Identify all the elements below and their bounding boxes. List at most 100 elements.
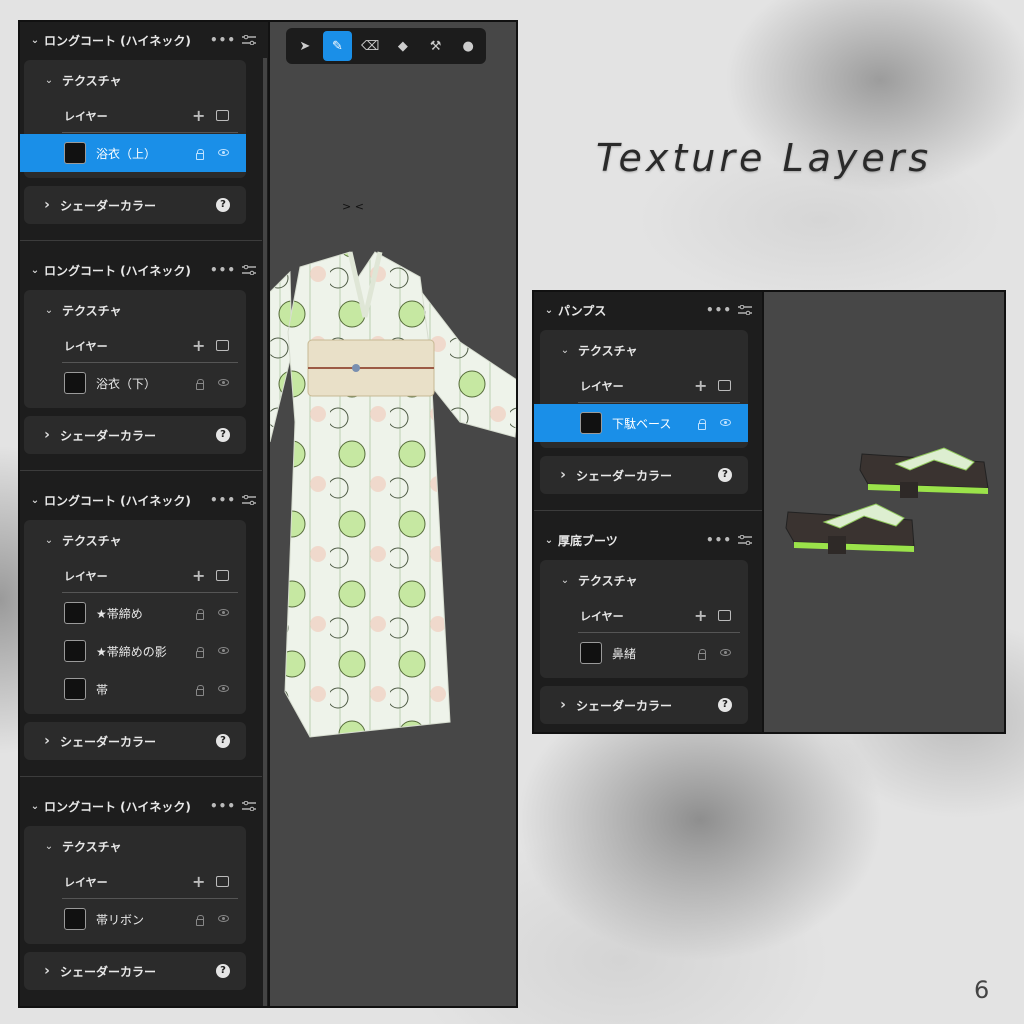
more-options-icon[interactable]: ••• xyxy=(210,493,236,507)
add-image-layer-icon[interactable] xyxy=(718,610,731,621)
layer-item[interactable]: ★帯締め xyxy=(24,594,246,632)
chevron-down-icon[interactable]: ⌄ xyxy=(556,345,574,356)
add-layer-button[interactable]: + xyxy=(192,566,205,585)
material-header[interactable]: ⌄ ロングコート (ハイネック) ••• xyxy=(20,788,260,824)
more-options-icon[interactable]: ••• xyxy=(210,799,236,813)
chevron-down-icon[interactable]: ⌄ xyxy=(540,535,558,546)
shader-color-section[interactable]: › シェーダーカラー? xyxy=(540,686,748,724)
layer-label: レイヤー xyxy=(64,110,108,123)
layer-item[interactable]: 下駄ベース xyxy=(534,404,748,442)
lock-icon[interactable] xyxy=(196,647,204,658)
add-layer-button[interactable]: + xyxy=(694,606,707,625)
lock-icon[interactable] xyxy=(196,915,204,926)
texture-header[interactable]: ⌄ テクスチャ xyxy=(24,522,246,558)
help-icon[interactable]: ? xyxy=(216,964,230,978)
stamp-icon[interactable]: ⚒ xyxy=(421,31,451,61)
lock-icon[interactable] xyxy=(196,379,204,390)
chevron-down-icon[interactable]: ⌄ xyxy=(540,305,558,316)
chevron-right-icon[interactable]: › xyxy=(38,427,56,443)
shader-color-section[interactable]: › シェーダーカラー? xyxy=(24,722,246,760)
shader-color-section[interactable]: › シェーダーカラー? xyxy=(24,186,246,224)
chevron-down-icon[interactable]: ⌄ xyxy=(26,801,44,812)
chevron-down-icon[interactable]: ⌄ xyxy=(26,495,44,506)
more-options-icon[interactable]: ••• xyxy=(706,533,732,547)
shader-color-section[interactable]: › シェーダーカラー? xyxy=(24,952,246,990)
lock-icon[interactable] xyxy=(698,419,706,430)
visibility-eye-icon[interactable] xyxy=(218,149,229,156)
fill-icon[interactable]: ◆ xyxy=(388,31,418,61)
chevron-down-icon[interactable]: ⌄ xyxy=(26,265,44,276)
add-layer-button[interactable]: + xyxy=(192,106,205,125)
material-header[interactable]: ⌄ パンプス ••• xyxy=(534,292,756,328)
brush-icon[interactable]: ✎ xyxy=(322,31,353,61)
visibility-eye-icon[interactable] xyxy=(218,609,229,616)
visibility-eye-icon[interactable] xyxy=(720,649,731,656)
lock-icon[interactable] xyxy=(698,649,706,660)
help-icon[interactable]: ? xyxy=(216,734,230,748)
more-options-icon[interactable]: ••• xyxy=(210,263,236,277)
settings-sliders-icon[interactable] xyxy=(242,35,256,45)
add-image-layer-icon[interactable] xyxy=(216,876,229,887)
visibility-eye-icon[interactable] xyxy=(218,379,229,386)
shader-color-section[interactable]: › シェーダーカラー? xyxy=(24,416,246,454)
add-layer-button[interactable]: + xyxy=(192,872,205,891)
eraser-icon[interactable]: ⌫ xyxy=(355,31,385,61)
add-layer-button[interactable]: + xyxy=(694,376,707,395)
add-image-layer-icon[interactable] xyxy=(216,110,229,121)
material-header[interactable]: ⌄ ロングコート (ハイネック) ••• xyxy=(20,22,260,58)
help-icon[interactable]: ? xyxy=(216,198,230,212)
chevron-right-icon[interactable]: › xyxy=(38,197,56,213)
settings-sliders-icon[interactable] xyxy=(738,305,752,315)
help-icon[interactable]: ? xyxy=(718,698,732,712)
visibility-eye-icon[interactable] xyxy=(218,647,229,654)
chevron-down-icon[interactable]: ⌄ xyxy=(40,535,58,546)
chevron-down-icon[interactable]: ⌄ xyxy=(40,305,58,316)
texture-header[interactable]: ⌄ テクスチャ xyxy=(24,828,246,864)
add-layer-button[interactable]: + xyxy=(192,336,205,355)
help-icon[interactable]: ? xyxy=(216,428,230,442)
layer-item[interactable]: 浴衣（下） xyxy=(24,364,246,402)
settings-sliders-icon[interactable] xyxy=(242,265,256,275)
chevron-down-icon[interactable]: ⌄ xyxy=(40,841,58,852)
visibility-eye-icon[interactable] xyxy=(218,915,229,922)
3d-viewport[interactable] xyxy=(764,292,1004,732)
layer-item[interactable]: 浴衣（上） xyxy=(20,134,246,172)
lock-icon[interactable] xyxy=(196,685,204,696)
chevron-down-icon[interactable]: ⌄ xyxy=(40,75,58,86)
shader-color-section[interactable]: › シェーダーカラー? xyxy=(540,456,748,494)
layer-item[interactable]: 鼻緒 xyxy=(540,634,748,672)
chevron-down-icon[interactable]: ⌄ xyxy=(556,575,574,586)
chevron-down-icon[interactable]: ⌄ xyxy=(26,35,44,46)
more-options-icon[interactable]: ••• xyxy=(210,33,236,47)
layer-item[interactable]: ★帯締めの影 xyxy=(24,632,246,670)
material-header[interactable]: ⌄ ロングコート (ハイネック) ••• xyxy=(20,252,260,288)
more-options-icon[interactable]: ••• xyxy=(706,303,732,317)
3d-viewport[interactable]: ➤ ✎ ⌫ ◆ ⚒ ● > < xyxy=(270,22,516,1006)
chevron-right-icon[interactable]: › xyxy=(38,733,56,749)
lock-icon[interactable] xyxy=(196,149,204,160)
texture-header[interactable]: ⌄ テクスチャ xyxy=(540,562,748,598)
visibility-eye-icon[interactable] xyxy=(720,419,731,426)
panel-scrollbar[interactable] xyxy=(263,58,267,1006)
dropper-icon[interactable]: ● xyxy=(453,31,483,61)
lock-icon[interactable] xyxy=(196,609,204,620)
texture-header[interactable]: ⌄ テクスチャ xyxy=(24,292,246,328)
layer-item[interactable]: 帯リボン xyxy=(24,900,246,938)
texture-header[interactable]: ⌄ テクスチャ xyxy=(540,332,748,368)
settings-sliders-icon[interactable] xyxy=(242,801,256,811)
material-header[interactable]: ⌄ ロングコート (ハイネック) ••• xyxy=(20,482,260,518)
texture-header[interactable]: ⌄ テクスチャ xyxy=(24,62,246,98)
settings-sliders-icon[interactable] xyxy=(738,535,752,545)
chevron-right-icon[interactable]: › xyxy=(554,697,572,713)
visibility-eye-icon[interactable] xyxy=(218,685,229,692)
chevron-right-icon[interactable]: › xyxy=(38,963,56,979)
chevron-right-icon[interactable]: › xyxy=(554,467,572,483)
layer-item[interactable]: 帯 xyxy=(24,670,246,708)
add-image-layer-icon[interactable] xyxy=(216,570,229,581)
select-arrow-icon[interactable]: ➤ xyxy=(290,31,320,61)
add-image-layer-icon[interactable] xyxy=(216,340,229,351)
settings-sliders-icon[interactable] xyxy=(242,495,256,505)
help-icon[interactable]: ? xyxy=(718,468,732,482)
add-image-layer-icon[interactable] xyxy=(718,380,731,391)
material-header[interactable]: ⌄ 厚底ブーツ ••• xyxy=(534,522,756,558)
